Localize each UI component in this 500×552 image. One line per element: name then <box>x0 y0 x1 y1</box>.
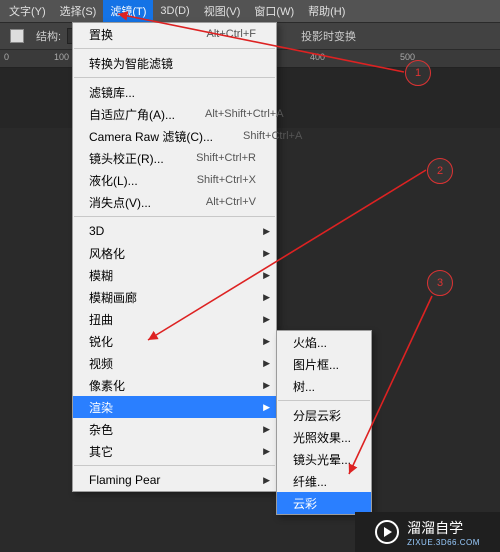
submenu-arrow-icon: ▶ <box>263 226 270 237</box>
submenu-item[interactable]: 火焰... <box>277 331 371 353</box>
option-text: 投影时变换 <box>301 28 356 44</box>
watermark-brand: 溜溜自学 <box>407 520 463 536</box>
ruler-tick: 0 <box>4 52 9 62</box>
menubar-item[interactable]: 视图(V) <box>197 0 248 22</box>
menu-item-smart-filter[interactable]: 转换为智能滤镜 <box>73 52 276 74</box>
tool-swatch[interactable] <box>10 29 24 43</box>
submenu-item[interactable]: 云彩 <box>277 492 371 514</box>
menubar-item[interactable]: 3D(D) <box>153 2 196 20</box>
menu-item-渲染[interactable]: 渲染▶ <box>73 396 276 418</box>
menu-item-模糊画廊[interactable]: 模糊画廊▶ <box>73 286 276 308</box>
submenu-arrow-icon: ▶ <box>263 475 270 486</box>
submenu-arrow-icon: ▶ <box>263 336 270 347</box>
filter-menu: 置换 Alt+Ctrl+F 转换为智能滤镜 滤镜库... 自适应广角(A)...… <box>72 22 277 492</box>
struct-label: 结构: <box>36 28 61 44</box>
submenu-item[interactable]: 图片框... <box>277 353 371 375</box>
render-submenu: 火焰...图片框...树... 分层云彩光照效果...镜头光晕...纤维...云彩 <box>276 330 372 515</box>
ruler-tick: 400 <box>310 52 325 62</box>
menu-separator <box>74 465 275 466</box>
menubar-item[interactable]: 选择(S) <box>53 0 104 22</box>
menu-item-camera-raw[interactable]: Camera Raw 滤镜(C)...Shift+Ctrl+A <box>73 125 276 147</box>
submenu-arrow-icon: ▶ <box>263 270 270 281</box>
watermark-url: ZIXUE.3D66.COM <box>407 538 480 547</box>
menu-item-其它[interactable]: 其它▶ <box>73 440 276 462</box>
menu-item-风格化[interactable]: 风格化▶ <box>73 242 276 264</box>
menu-item-锐化[interactable]: 锐化▶ <box>73 330 276 352</box>
menu-separator <box>74 216 275 217</box>
menubar-item[interactable]: 窗口(W) <box>247 0 301 22</box>
menubar-item[interactable]: 滤镜(T) <box>103 0 153 22</box>
submenu-item[interactable]: 镜头光晕... <box>277 448 371 470</box>
annotation-callout-3: 3 <box>427 270 453 296</box>
submenu-arrow-icon: ▶ <box>263 358 270 369</box>
submenu-arrow-icon: ▶ <box>263 248 270 259</box>
menubar-item[interactable]: 文字(Y) <box>2 0 53 22</box>
menu-item-视频[interactable]: 视频▶ <box>73 352 276 374</box>
menu-separator <box>74 77 275 78</box>
submenu-arrow-icon: ▶ <box>263 424 270 435</box>
annotation-callout-2: 2 <box>427 158 453 184</box>
menu-separator <box>74 48 275 49</box>
menu-item-adaptive-wide[interactable]: 自适应广角(A)...Alt+Shift+Ctrl+A <box>73 103 276 125</box>
submenu-item[interactable]: 树... <box>277 375 371 397</box>
submenu-item[interactable]: 分层云彩 <box>277 404 371 426</box>
menu-item-模糊[interactable]: 模糊▶ <box>73 264 276 286</box>
submenu-arrow-icon: ▶ <box>263 402 270 413</box>
menubar-item[interactable]: 帮助(H) <box>301 0 352 22</box>
menu-separator <box>278 400 370 401</box>
menubar: 文字(Y)选择(S)滤镜(T)3D(D)视图(V)窗口(W)帮助(H) <box>0 0 500 22</box>
menu-item-lens-correction[interactable]: 镜头校正(R)...Shift+Ctrl+R <box>73 147 276 169</box>
watermark: 溜溜自学 ZIXUE.3D66.COM <box>355 512 500 552</box>
submenu-item[interactable]: 纤维... <box>277 470 371 492</box>
menu-item-杂色[interactable]: 杂色▶ <box>73 418 276 440</box>
menu-item-像素化[interactable]: 像素化▶ <box>73 374 276 396</box>
submenu-arrow-icon: ▶ <box>263 446 270 457</box>
submenu-arrow-icon: ▶ <box>263 380 270 391</box>
menu-item-vanishing-point[interactable]: 消失点(V)...Alt+Ctrl+V <box>73 191 276 213</box>
menu-item-filter-gallery[interactable]: 滤镜库... <box>73 81 276 103</box>
ruler-tick: 100 <box>54 52 69 62</box>
annotation-callout-1: 1 <box>405 60 431 86</box>
submenu-item[interactable]: 光照效果... <box>277 426 371 448</box>
submenu-arrow-icon: ▶ <box>263 314 270 325</box>
menu-item-3D[interactable]: 3D▶ <box>73 220 276 242</box>
menu-item-扭曲[interactable]: 扭曲▶ <box>73 308 276 330</box>
play-icon <box>375 520 399 544</box>
menu-item-last-filter[interactable]: 置换 Alt+Ctrl+F <box>73 23 276 45</box>
menu-item-liquify[interactable]: 液化(L)...Shift+Ctrl+X <box>73 169 276 191</box>
submenu-arrow-icon: ▶ <box>263 292 270 303</box>
menu-item-plugin[interactable]: Flaming Pear▶ <box>73 469 276 491</box>
